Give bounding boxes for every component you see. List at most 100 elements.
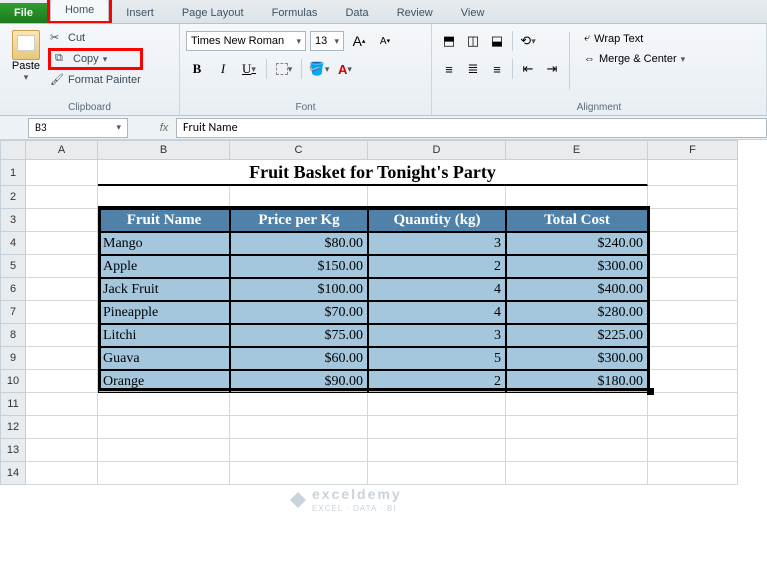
- copy-button[interactable]: ⧉ Copy ▾: [53, 51, 138, 67]
- row-header[interactable]: 14: [0, 462, 26, 485]
- row-header[interactable]: 9: [0, 347, 26, 370]
- group-clipboard: Paste ▾ ✂ Cut ⧉ Copy ▾ 🖌 Format Pa: [0, 24, 180, 115]
- row-header[interactable]: 12: [0, 416, 26, 439]
- fill-handle[interactable]: [647, 388, 654, 395]
- row-header[interactable]: 10: [0, 370, 26, 393]
- orientation-button[interactable]: ⟲▾: [517, 30, 539, 52]
- increase-font-button[interactable]: A▴: [348, 30, 370, 52]
- table-cell[interactable]: 3: [368, 232, 506, 255]
- tab-file[interactable]: File: [0, 3, 47, 23]
- table-cell[interactable]: 2: [368, 255, 506, 278]
- select-all-corner[interactable]: [0, 140, 26, 160]
- font-size-select[interactable]: 13▾: [310, 31, 344, 51]
- row-header[interactable]: 5: [0, 255, 26, 278]
- border-button[interactable]: ▾: [273, 58, 295, 80]
- name-box[interactable]: B3▾: [28, 118, 128, 138]
- table-cell[interactable]: $70.00: [230, 301, 368, 324]
- table-cell[interactable]: 2: [368, 370, 506, 393]
- tab-insert[interactable]: Insert: [112, 3, 168, 23]
- cut-button[interactable]: ✂ Cut: [48, 30, 143, 46]
- column-header[interactable]: F: [648, 140, 738, 160]
- font-name-select[interactable]: Times New Roman▾: [186, 31, 306, 51]
- tab-data[interactable]: Data: [331, 3, 382, 23]
- table-header[interactable]: Price per Kg: [230, 209, 368, 232]
- align-middle-button[interactable]: ◫: [462, 30, 484, 52]
- paste-button[interactable]: Paste ▾: [6, 26, 46, 83]
- align-top-icon: ⬒: [443, 33, 455, 49]
- table-cell[interactable]: $280.00: [506, 301, 648, 324]
- table-cell[interactable]: 4: [368, 278, 506, 301]
- separator: [512, 59, 513, 79]
- decrease-indent-button[interactable]: ⇤: [517, 58, 539, 80]
- align-right-button[interactable]: ≡: [486, 58, 508, 80]
- fill-color-button[interactable]: 🪣▾: [308, 58, 330, 80]
- grid-body[interactable]: Fruit Basket for Tonight's Party Fruit N…: [26, 160, 767, 485]
- table-header[interactable]: Quantity (kg): [368, 209, 506, 232]
- increase-indent-button[interactable]: ⇥: [541, 58, 563, 80]
- decrease-font-button[interactable]: A▾: [374, 30, 396, 52]
- column-header[interactable]: A: [26, 140, 98, 160]
- table-cell[interactable]: $180.00: [506, 370, 648, 393]
- copy-dropdown-icon[interactable]: ▾: [103, 54, 108, 65]
- table-cell[interactable]: $100.00: [230, 278, 368, 301]
- table-cell[interactable]: Litchi: [98, 324, 230, 347]
- table-header[interactable]: Fruit Name: [98, 209, 230, 232]
- paste-dropdown-icon[interactable]: ▾: [24, 72, 29, 83]
- table-cell[interactable]: Pineapple: [98, 301, 230, 324]
- row-header[interactable]: 13: [0, 439, 26, 462]
- table-header[interactable]: Total Cost: [506, 209, 648, 232]
- table-cell[interactable]: $225.00: [506, 324, 648, 347]
- table-cell[interactable]: $150.00: [230, 255, 368, 278]
- bold-button[interactable]: B: [186, 58, 208, 80]
- tab-home[interactable]: Home: [50, 0, 109, 21]
- table-cell[interactable]: $75.00: [230, 324, 368, 347]
- table-cell[interactable]: 4: [368, 301, 506, 324]
- sheet-title[interactable]: Fruit Basket for Tonight's Party: [98, 160, 648, 186]
- underline-button[interactable]: U▾: [238, 58, 260, 80]
- table-cell[interactable]: 3: [368, 324, 506, 347]
- table-cell[interactable]: Apple: [98, 255, 230, 278]
- table-cell[interactable]: Jack Fruit: [98, 278, 230, 301]
- table-cell[interactable]: $60.00: [230, 347, 368, 370]
- table-cell[interactable]: Mango: [98, 232, 230, 255]
- tab-review[interactable]: Review: [383, 3, 447, 23]
- table-cell[interactable]: $240.00: [506, 232, 648, 255]
- row-header[interactable]: 4: [0, 232, 26, 255]
- align-left-button[interactable]: ≡: [438, 58, 460, 80]
- row-header[interactable]: 6: [0, 278, 26, 301]
- tab-page-layout[interactable]: Page Layout: [168, 3, 258, 23]
- wrap-text-button[interactable]: ⤶ Wrap Text: [582, 30, 645, 47]
- fx-icon[interactable]: fx: [152, 122, 176, 134]
- row-header[interactable]: 11: [0, 393, 26, 416]
- format-painter-button[interactable]: 🖌 Format Painter: [48, 72, 143, 88]
- row-header[interactable]: 1: [0, 160, 26, 186]
- merge-center-button[interactable]: ⇔ Merge & Center ▾: [582, 51, 687, 67]
- tab-view[interactable]: View: [447, 3, 499, 23]
- align-bottom-button[interactable]: ⬓: [486, 30, 508, 52]
- row-header[interactable]: 7: [0, 301, 26, 324]
- column-header[interactable]: C: [230, 140, 368, 160]
- font-color-button[interactable]: A▾: [334, 58, 356, 80]
- table-cell[interactable]: $80.00: [230, 232, 368, 255]
- tab-formulas[interactable]: Formulas: [258, 3, 332, 23]
- row-header[interactable]: 3: [0, 209, 26, 232]
- column-header[interactable]: D: [368, 140, 506, 160]
- merge-icon: ⇔: [584, 53, 595, 65]
- table-cell[interactable]: Guava: [98, 347, 230, 370]
- table-cell[interactable]: 5: [368, 347, 506, 370]
- align-center-button[interactable]: ≣: [462, 58, 484, 80]
- italic-button[interactable]: I: [212, 58, 234, 80]
- watermark-icon: [290, 492, 306, 508]
- formula-bar[interactable]: Fruit Name: [176, 118, 767, 138]
- table-cell[interactable]: $300.00: [506, 347, 648, 370]
- column-header[interactable]: E: [506, 140, 648, 160]
- align-top-button[interactable]: ⬒: [438, 30, 460, 52]
- row-header[interactable]: 2: [0, 186, 26, 209]
- table-cell[interactable]: $400.00: [506, 278, 648, 301]
- column-header[interactable]: B: [98, 140, 230, 160]
- table-cell[interactable]: $90.00: [230, 370, 368, 393]
- chevron-down-icon: ▾: [296, 36, 301, 47]
- table-cell[interactable]: $300.00: [506, 255, 648, 278]
- table-cell[interactable]: Orange: [98, 370, 230, 393]
- row-header[interactable]: 8: [0, 324, 26, 347]
